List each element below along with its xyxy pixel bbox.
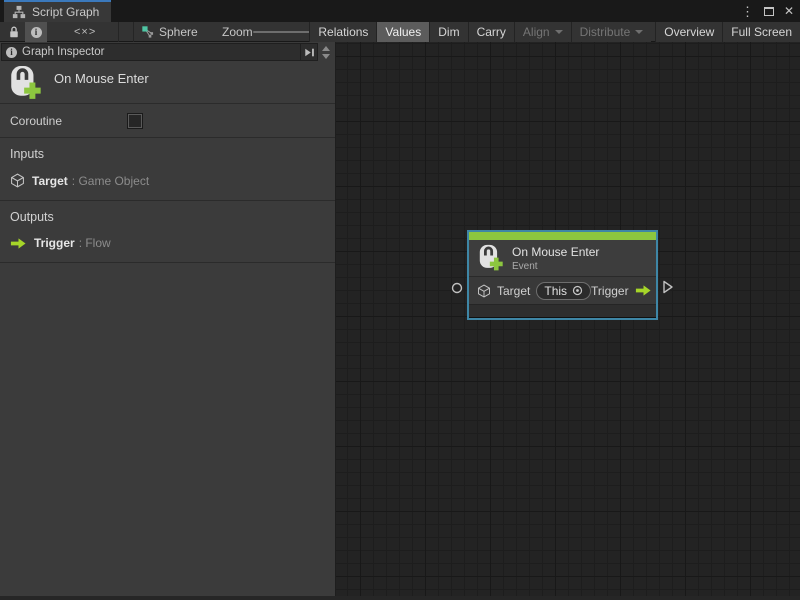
outputs-section: Outputs Trigger : Flow xyxy=(0,201,335,263)
tab-label: Script Graph xyxy=(32,5,99,19)
inspector-title: Graph Inspector xyxy=(22,46,295,58)
node-ports-row: Target This Trigger xyxy=(469,276,656,304)
on-mouse-enter-icon xyxy=(7,65,43,101)
unity-script-graph-window: Script Graph ⋮ ✕ i <×> xyxy=(0,0,800,600)
input-connection-port[interactable] xyxy=(451,282,463,294)
node-subtitle: Event xyxy=(512,261,599,272)
target-value-chip[interactable]: This xyxy=(536,282,591,300)
target-port-label: Target xyxy=(497,284,530,298)
menu-kebab-icon[interactable]: ⋮ xyxy=(741,5,754,18)
graph-canvas[interactable]: On Mouse Enter Event Target This xyxy=(336,42,800,596)
info-icon: i xyxy=(31,27,42,38)
output-row-trigger: Trigger : Flow xyxy=(10,236,325,250)
coroutine-label: Coroutine xyxy=(10,114,128,128)
scroll-down-icon[interactable] xyxy=(322,54,330,59)
toolbar-toggle-group: Relations Values Dim Carry Align Distrib… xyxy=(309,22,800,42)
code-icon: <×> xyxy=(74,26,96,38)
game-object-cube-icon xyxy=(10,173,25,188)
target-value-text: This xyxy=(544,284,567,298)
node-title: On Mouse Enter xyxy=(512,245,599,259)
chevron-down-icon xyxy=(635,30,643,34)
trigger-output-port-group: Trigger xyxy=(591,284,652,298)
output-type: : Flow xyxy=(79,236,111,250)
graph-node-icon xyxy=(141,25,155,39)
toolbar-separator xyxy=(133,22,134,42)
align-dropdown[interactable]: Align xyxy=(514,22,571,42)
maximize-icon[interactable] xyxy=(764,7,774,16)
node-event-color-bar xyxy=(469,232,656,240)
titlebar: Script Graph ⋮ ✕ xyxy=(0,0,800,22)
graph-breadcrumb[interactable]: Sphere xyxy=(141,22,198,42)
toolbar-separator xyxy=(118,22,119,42)
inputs-heading: Inputs xyxy=(10,147,325,161)
script-graph-icon xyxy=(12,5,26,19)
inputs-section: Inputs Target : Game Object xyxy=(0,138,335,201)
on-mouse-enter-node[interactable]: On Mouse Enter Event Target This xyxy=(467,230,658,320)
output-connection-port[interactable] xyxy=(662,280,674,294)
dim-toggle[interactable]: Dim xyxy=(429,22,467,42)
overview-button[interactable]: Overview xyxy=(655,22,722,42)
flow-arrow-icon xyxy=(635,284,652,297)
dock-right-icon xyxy=(304,47,315,58)
inspector-header-row: i Graph Inspector xyxy=(0,42,335,62)
coroutine-row: Coroutine xyxy=(0,104,335,138)
window-bottom-edge xyxy=(0,596,800,600)
graph-toolbar: i <×> Sphere Zoom 1x Relations Values xyxy=(0,22,800,42)
flow-arrow-icon xyxy=(10,237,27,250)
input-row-target: Target : Game Object xyxy=(10,173,325,188)
input-name: Target xyxy=(32,174,68,188)
tab-script-graph[interactable]: Script Graph xyxy=(4,0,111,22)
node-footer xyxy=(469,304,656,317)
info-icon: i xyxy=(6,47,17,58)
window-controls: ⋮ ✕ xyxy=(741,0,794,22)
object-picker-icon[interactable] xyxy=(572,285,583,296)
code-view-button[interactable]: <×> xyxy=(74,22,96,42)
on-mouse-enter-icon xyxy=(477,244,504,272)
output-name: Trigger xyxy=(34,236,75,250)
node-header: On Mouse Enter Event xyxy=(469,240,656,276)
trigger-port-label: Trigger xyxy=(591,284,629,298)
collapse-panel-button[interactable] xyxy=(300,44,317,60)
distribute-dropdown[interactable]: Distribute xyxy=(571,22,652,42)
game-object-cube-icon xyxy=(477,284,491,298)
relations-toggle[interactable]: Relations xyxy=(309,22,376,42)
lock-icon[interactable] xyxy=(8,22,20,42)
values-toggle[interactable]: Values xyxy=(376,22,429,42)
unit-header: On Mouse Enter xyxy=(0,62,335,104)
inspector-toggle-button[interactable]: i xyxy=(25,22,47,42)
close-icon[interactable]: ✕ xyxy=(784,5,794,17)
outputs-heading: Outputs xyxy=(10,210,325,224)
target-input-port-group: Target This xyxy=(477,282,591,300)
coroutine-checkbox[interactable] xyxy=(128,114,142,128)
fullscreen-button[interactable]: Full Screen xyxy=(722,22,800,42)
graph-inspector-panel: i Graph Inspector On Mouse En xyxy=(0,42,336,596)
inspector-titlebar: i Graph Inspector xyxy=(1,43,318,61)
unit-title: On Mouse Enter xyxy=(54,71,149,86)
panel-scroll-spinner[interactable] xyxy=(318,43,333,61)
input-type: : Game Object xyxy=(72,174,149,188)
zoom-label: Zoom xyxy=(222,22,253,42)
graph-name-label: Sphere xyxy=(159,25,198,39)
chevron-down-icon xyxy=(555,30,563,34)
scroll-up-icon[interactable] xyxy=(322,46,330,51)
carry-toggle[interactable]: Carry xyxy=(468,22,514,42)
